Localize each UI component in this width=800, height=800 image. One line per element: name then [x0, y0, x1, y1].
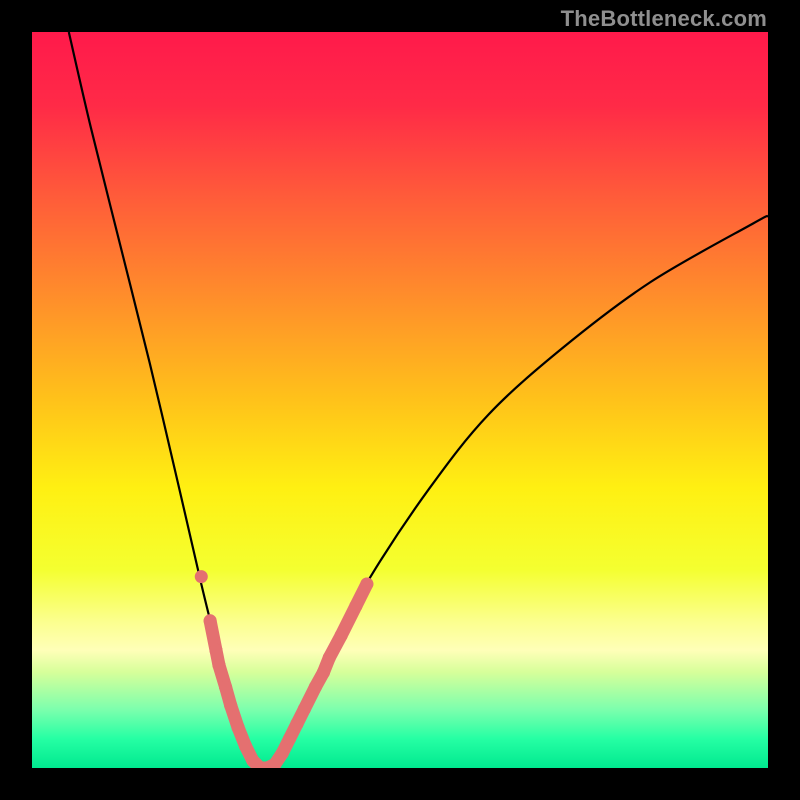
marker-dot [309, 681, 322, 694]
marker-dot [232, 721, 245, 734]
marker-dot [239, 739, 252, 752]
marker-dot [349, 600, 362, 613]
marker-dot [283, 732, 296, 745]
marker-dot [323, 651, 336, 664]
plot-area [32, 32, 768, 768]
marker-dot [204, 614, 217, 627]
curve-layer [32, 32, 768, 768]
chart-frame: TheBottleneck.com [0, 0, 800, 800]
marker-dot [195, 570, 208, 583]
marker-dot [290, 717, 303, 730]
marker-dot [219, 681, 232, 694]
marker-dot [212, 658, 225, 671]
marker-group [195, 570, 374, 768]
bottleneck-curve [69, 32, 768, 768]
marker-dot [360, 578, 373, 591]
marker-dot [335, 629, 348, 642]
marker-dot [224, 699, 237, 712]
marker-dot [298, 703, 311, 716]
marker-dot [276, 747, 289, 760]
marker-dot [317, 666, 330, 679]
marker-dot [210, 644, 223, 657]
watermark-text: TheBottleneck.com [561, 6, 767, 32]
